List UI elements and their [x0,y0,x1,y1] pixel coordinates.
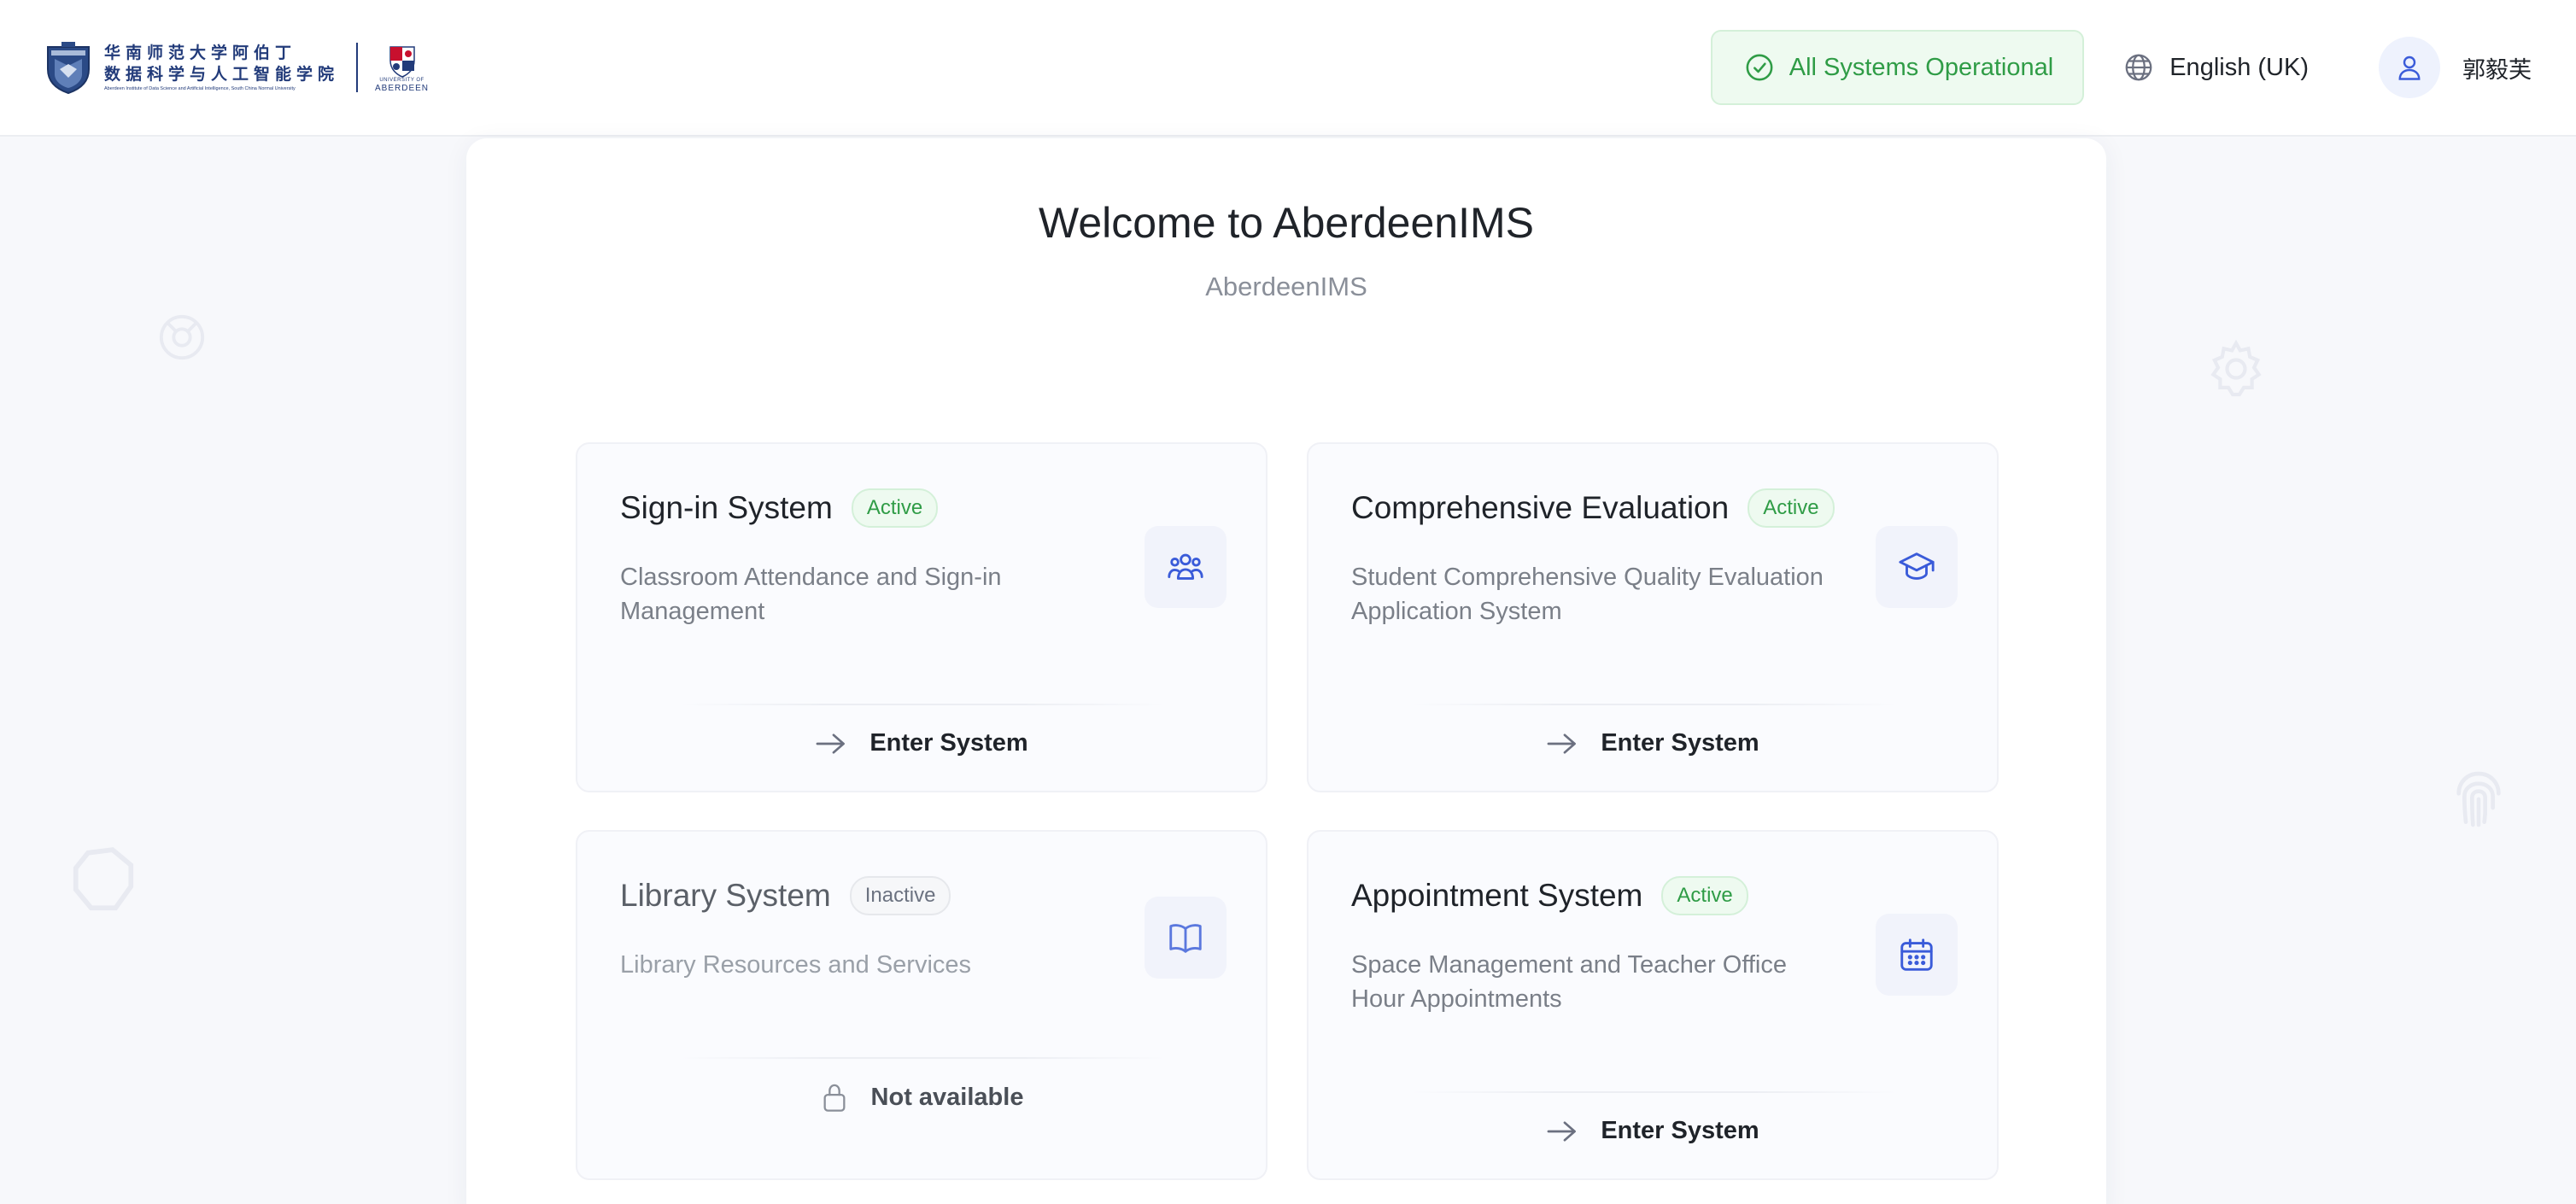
user-menu[interactable]: 郭毅芙 [2379,37,2532,98]
system-card-appointment[interactable]: Appointment System Active Space Manageme… [1307,830,1999,1180]
welcome-panel: Welcome to AberdeenIMS AberdeenIMS Sign-… [466,138,2106,1204]
system-name: Appointment System [1351,878,1643,913]
card-divider [1411,704,1898,705]
check-circle-icon [1746,54,1773,81]
avatar [2379,37,2440,98]
arrow-right-icon [816,733,846,754]
users-group-icon [1168,553,1203,580]
card-divider [1411,1091,1898,1093]
system-description: Space Management and Teacher Office Hour… [1351,951,1787,1013]
card-divider [680,704,1167,705]
system-description: Classroom Attendance and Sign-in Managem… [620,564,1002,625]
aberdeen-prefix: UNIVERSITY OF [379,78,424,83]
enter-system-button[interactable]: Enter System [577,729,1266,757]
enter-system-label: Enter System [1601,1117,1759,1144]
system-description: Library Resources and Services [620,951,972,979]
aberdeen-logo: UNIVERSITY OF ABERDEEN [375,42,429,93]
page-subtitle: AberdeenIMS [1205,272,1367,301]
not-available-label: Not available [870,1083,1024,1111]
status-badge: Inactive [849,876,951,915]
system-card-header: Library System Inactive [620,876,951,915]
background-support-icon [159,314,205,360]
page-title: Welcome to AberdeenIMS [1039,199,1534,247]
enter-system-label: Enter System [1601,729,1759,757]
not-available-indicator: Not available [577,1081,1266,1113]
system-status-label: All Systems Operational [1789,53,2054,81]
system-card-header: Sign-in System Active [620,488,939,528]
background-shield-icon [73,847,134,911]
system-icon-tile [1145,897,1227,979]
system-status-badge[interactable]: All Systems Operational [1710,30,2085,105]
card-divider [680,1057,1167,1059]
system-card-sign-in[interactable]: Sign-in System Active Classroom Attendan… [576,442,1268,792]
institution-logo[interactable]: 华南师范大学阿伯丁 数据科学与人工智能学院 Aberdeen Institute… [44,37,429,98]
user-icon [2398,56,2421,80]
logo-chinese-line-1: 华南师范大学阿伯丁 [104,43,297,62]
status-badge: Active [851,488,939,528]
graduation-cap-icon [1899,552,1935,580]
system-name: Comprehensive Evaluation [1351,490,1730,525]
calendar-icon [1900,938,1933,971]
system-card-header: Comprehensive Evaluation Active [1351,488,1835,528]
scnu-crest-icon [47,42,90,95]
system-icon-tile [1145,526,1227,608]
status-badge: Active [1748,488,1835,528]
background-fingerprint-icon [2456,771,2501,827]
top-bar: 华南师范大学阿伯丁 数据科学与人工智能学院 Aberdeen Institute… [0,0,2576,137]
enter-system-button[interactable]: Enter System [1308,729,1997,757]
language-label: English (UK) [2169,53,2309,81]
language-selector[interactable]: English (UK) [2123,52,2309,83]
header-actions: All Systems Operational English (UK) 郭毅芙 [1710,30,2532,105]
background-gear-icon [2210,339,2262,397]
globe-icon [2125,54,2152,81]
logo-divider [356,43,359,92]
system-name: Library System [620,878,831,913]
system-card-comprehensive-evaluation[interactable]: Comprehensive Evaluation Active Student … [1307,442,1999,792]
lock-icon [823,1084,846,1112]
logo-chinese-line-2: 数据科学与人工智能学院 [104,64,340,84]
logo-wordmark: 华南师范大学阿伯丁 数据科学与人工智能学院 Aberdeen Institute… [104,44,339,92]
system-name: Sign-in System [620,490,833,525]
enter-system-button[interactable]: Enter System [1308,1117,1997,1145]
system-icon-tile [1876,526,1958,608]
enter-system-label: Enter System [869,729,1028,757]
system-description: Student Comprehensive Quality Evaluation… [1351,564,1824,625]
system-card-library: Library System Inactive Library Resource… [576,830,1268,1180]
system-icon-tile [1876,914,1958,996]
book-open-icon [1169,924,1202,953]
logo-english-line: Aberdeen Institute of Data Science and A… [104,85,296,91]
arrow-right-icon [1547,733,1577,754]
aberdeen-name: ABERDEEN [375,84,430,93]
system-card-header: Appointment System Active [1351,876,1748,915]
aberdeen-shield-icon [389,46,415,78]
arrow-right-icon [1547,1120,1577,1142]
user-name: 郭毅芙 [2462,56,2532,84]
status-badge: Active [1661,876,1748,915]
